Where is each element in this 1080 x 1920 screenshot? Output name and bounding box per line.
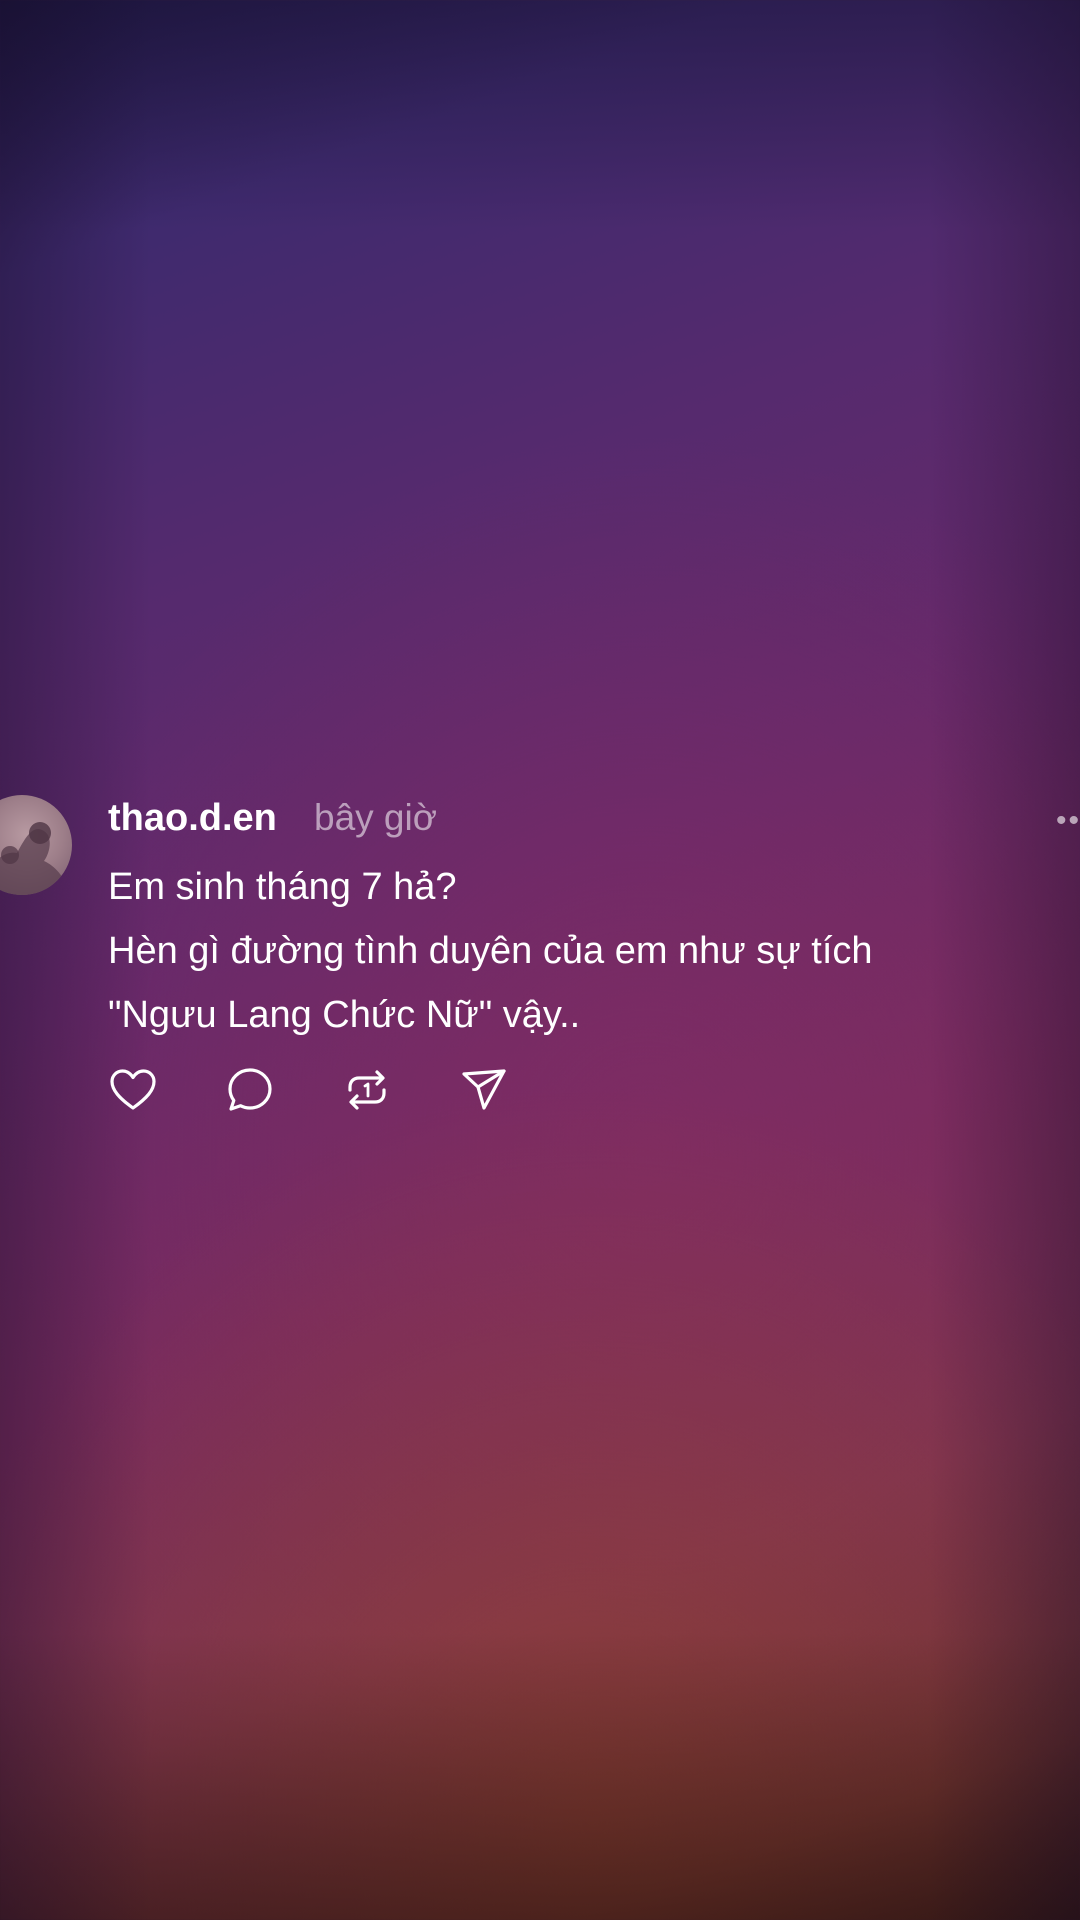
more-options-button[interactable]: •• [1056,806,1080,836]
post-content-line: Em sinh tháng 7 hả? [108,866,457,908]
avatar[interactable] [0,795,72,895]
share-icon [462,1069,506,1110]
post-content-line: "Ngưu Lang Chức Nữ" vậy.. [108,994,581,1036]
post-username[interactable]: thao.d.en [108,795,277,841]
repost-button[interactable] [342,1065,392,1115]
repost-icon [348,1070,386,1110]
post-content: Em sinh tháng 7 hả? Hèn gì đường tình du… [108,855,1058,1047]
heart-icon [110,1069,156,1110]
thread-post: thao.d.en bây giờ •• Em sinh tháng 7 hả?… [0,795,1080,1125]
avatar-image [0,822,68,895]
comment-icon [228,1068,272,1111]
post-timestamp: bây giờ [314,797,437,838]
comment-button[interactable] [225,1065,275,1115]
post-content-line: Hèn gì đường tình duyên của em như sự tí… [108,930,873,972]
like-button[interactable] [108,1065,158,1115]
share-button[interactable] [459,1065,509,1115]
